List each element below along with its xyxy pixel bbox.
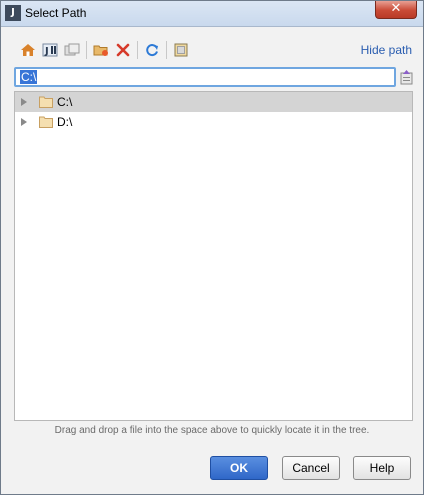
folder-icon (39, 116, 53, 128)
delete-icon[interactable] (112, 39, 134, 61)
expand-arrow-icon[interactable] (21, 98, 27, 106)
app-icon: J (5, 5, 21, 21)
help-button[interactable]: Help (353, 456, 411, 480)
home-icon[interactable] (17, 39, 39, 61)
select-path-dialog: J Select Path ✕ J Hide path C:\ C:\ D:\ … (0, 0, 424, 495)
tree-item-label: D:\ (57, 115, 73, 129)
show-hidden-icon[interactable] (170, 39, 192, 61)
svg-text:J: J (44, 46, 49, 57)
new-folder-icon[interactable] (90, 39, 112, 61)
toolbar-separator (166, 41, 167, 59)
path-input[interactable]: C:\ (14, 67, 396, 87)
expand-arrow-icon[interactable] (21, 118, 27, 126)
hide-path-link[interactable]: Hide path (361, 43, 412, 57)
toolbar: J (17, 39, 192, 61)
drag-drop-hint: Drag and drop a file into the space abov… (54, 425, 370, 436)
tree-item-label: C:\ (57, 95, 73, 109)
module-icon[interactable] (61, 39, 83, 61)
tree-item-d-drive[interactable]: D:\ (15, 112, 412, 132)
title-bar[interactable]: J Select Path ✕ (1, 1, 423, 27)
ok-button[interactable]: OK (210, 456, 268, 480)
close-button[interactable]: ✕ (375, 1, 417, 19)
tree-item-c-drive[interactable]: C:\ (15, 92, 412, 112)
toolbar-separator (137, 41, 138, 59)
file-tree[interactable]: C:\ D:\ (14, 91, 413, 421)
refresh-icon[interactable] (141, 39, 163, 61)
path-history-icon[interactable] (399, 68, 413, 86)
toolbar-separator (86, 41, 87, 59)
folder-icon (39, 96, 53, 108)
cancel-button[interactable]: Cancel (282, 456, 340, 480)
window-title: Select Path (25, 6, 87, 20)
path-input-value: C:\ (20, 70, 38, 84)
project-icon[interactable]: J (39, 39, 61, 61)
